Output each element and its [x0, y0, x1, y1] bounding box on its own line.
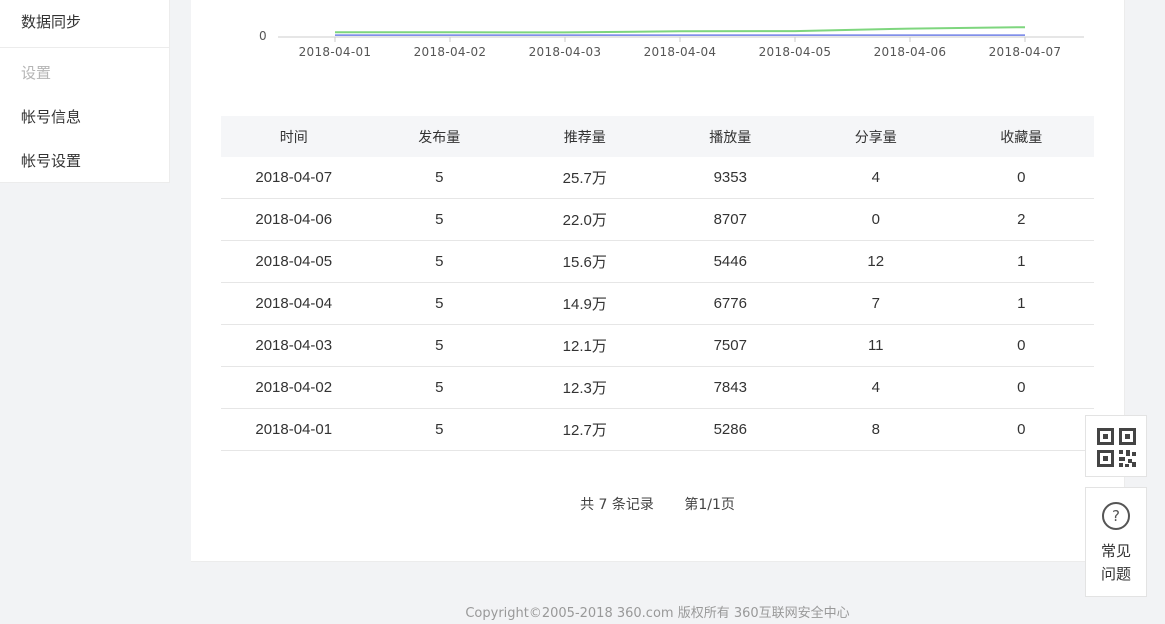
x-tick-label: 2018-04-02 [414, 45, 487, 59]
sidebar-divider [0, 47, 169, 48]
table-cell: 5 [366, 324, 512, 367]
pagination: 共 7 条记录 第1/1页 [191, 494, 1124, 514]
x-tick-label: 2018-04-03 [529, 45, 602, 59]
qr-code-button[interactable] [1085, 415, 1147, 477]
column-header: 推荐量 [512, 116, 658, 157]
table-cell: 4 [803, 157, 949, 199]
table-cell: 12 [803, 240, 949, 283]
table-cell: 0 [948, 408, 1094, 451]
table-cell: 0 [948, 157, 1094, 199]
table-cell: 5 [366, 366, 512, 409]
table-cell: 11 [803, 324, 949, 367]
table-cell: 1 [948, 282, 1094, 325]
table-row: 2018-04-01 5 12.7万 5286 8 0 [221, 408, 1094, 451]
table-cell: 2018-04-02 [221, 366, 367, 409]
main-card: 0 2018-04-01 2018-04-02 2018-04-03 2018-04-0… [191, 0, 1125, 562]
sidebar-item-data-sync[interactable]: 数据同步 [21, 11, 81, 32]
table-cell: 2018-04-03 [221, 324, 367, 367]
table-cell: 12.1万 [512, 324, 658, 367]
column-header: 收藏量 [948, 116, 1094, 157]
series-line [334, 26, 1026, 34]
table-cell: 8 [803, 408, 949, 451]
column-header: 播放量 [657, 116, 803, 157]
table-cell: 2 [948, 198, 1094, 241]
table-cell: 5 [366, 282, 512, 325]
table-cell: 5 [366, 408, 512, 451]
column-header: 发布量 [366, 116, 512, 157]
table-cell: 0 [803, 198, 949, 241]
table-cell: 5 [366, 240, 512, 283]
table-row: 2018-04-05 5 15.6万 5446 12 1 [221, 240, 1094, 283]
stats-table: 时间 发布量 推荐量 播放量 分享量 收藏量 2018-04-07 5 25.7万 9353 4 0… [221, 116, 1094, 451]
x-tick-label: 2018-04-05 [759, 45, 832, 59]
table-cell: 7 [803, 282, 949, 325]
trend-chart: 0 2018-04-01 2018-04-02 2018-04-03 2018-04-0… [259, 26, 1084, 59]
table-header-row: 时间 发布量 推荐量 播放量 分享量 收藏量 [221, 116, 1094, 157]
table-cell: 7843 [657, 366, 803, 409]
table-cell: 0 [948, 324, 1094, 367]
x-tick-label: 2018-04-01 [299, 45, 372, 59]
question-icon: ? [1102, 502, 1130, 530]
x-tick-label: 2018-04-07 [989, 45, 1062, 59]
x-tick-label: 2018-04-06 [874, 45, 947, 59]
table-cell: 5446 [657, 240, 803, 283]
sidebar-section-settings: 设置 [21, 64, 52, 82]
table-cell: 2018-04-07 [221, 157, 367, 199]
sidebar-item-account-info[interactable]: 帐号信息 [21, 106, 81, 127]
table-cell: 8707 [657, 198, 803, 241]
table-cell: 12.3万 [512, 366, 658, 409]
faq-button[interactable]: ? 常见 问题 [1085, 487, 1147, 597]
page-indicator: 第1/1页 [684, 497, 735, 513]
table-cell: 5 [366, 198, 512, 241]
qr-code-icon [1097, 428, 1136, 467]
table-cell: 2018-04-01 [221, 408, 367, 451]
sidebar: 数据同步 设置 帐号信息 帐号设置 [0, 0, 170, 183]
table-cell: 2018-04-05 [221, 240, 367, 283]
table-cell: 2018-04-04 [221, 282, 367, 325]
table-row: 2018-04-07 5 25.7万 9353 4 0 [221, 157, 1094, 199]
sidebar-item-account-settings[interactable]: 帐号设置 [21, 150, 81, 171]
table-cell: 5 [366, 157, 512, 199]
y-tick-label: 0 [259, 29, 267, 43]
faq-label-line1: 常见 [1100, 542, 1131, 560]
table-cell: 6776 [657, 282, 803, 325]
table-row: 2018-04-04 5 14.9万 6776 7 1 [221, 282, 1094, 325]
record-count: 共 7 条记录 [580, 497, 654, 513]
table-cell: 2018-04-06 [221, 198, 367, 241]
faq-label-line2: 问题 [1100, 565, 1131, 583]
table-cell: 4 [803, 366, 949, 409]
table-cell: 0 [948, 366, 1094, 409]
table-row: 2018-04-03 5 12.1万 7507 11 0 [221, 324, 1094, 367]
table-cell: 5286 [657, 408, 803, 451]
table-row: 2018-04-02 5 12.3万 7843 4 0 [221, 366, 1094, 409]
table-cell: 25.7万 [512, 157, 658, 199]
table-cell: 14.9万 [512, 282, 658, 325]
table-row: 2018-04-06 5 22.0万 8707 0 2 [221, 198, 1094, 241]
footer-copyright: Copyright©2005-2018 360.com 版权所有 360互联网安… [465, 606, 850, 621]
table-cell: 22.0万 [512, 198, 658, 241]
table-cell: 12.7万 [512, 408, 658, 451]
x-tick-label: 2018-04-04 [644, 45, 717, 59]
table-cell: 15.6万 [512, 240, 658, 283]
column-header: 时间 [221, 116, 367, 157]
column-header: 分享量 [803, 116, 949, 157]
table-cell: 1 [948, 240, 1094, 283]
table-cell: 7507 [657, 324, 803, 367]
table-cell: 9353 [657, 157, 803, 199]
